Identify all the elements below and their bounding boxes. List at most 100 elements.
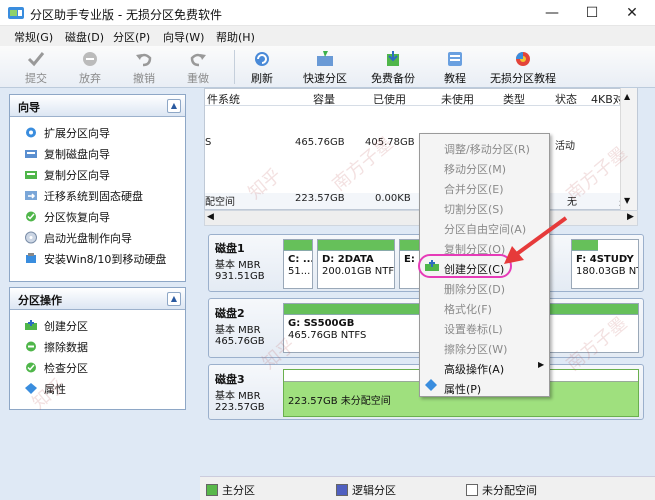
menu-general[interactable]: 常规(G) (14, 29, 53, 45)
scroll-up-icon[interactable]: ▲ (624, 92, 630, 101)
ctx-wipe[interactable]: 擦除分区(W) (444, 341, 507, 357)
refresh-button[interactable]: 刷新 (244, 46, 280, 88)
tutorial-button[interactable]: 教程 (440, 46, 470, 88)
window-title: 分区助手专业版 - 无损分区免费软件 (30, 8, 222, 22)
scroll-left-icon[interactable]: ◀ (207, 212, 214, 222)
disk-info: 磁盘3 基本 MBR 223.57GB (215, 371, 265, 413)
ctx-properties[interactable]: 属性(P) (444, 381, 481, 397)
legend-swatch (466, 484, 478, 496)
wizard-item-label: 启动光盘制作向导 (44, 232, 132, 245)
partition-label: D: 2DATA (322, 254, 374, 265)
partition-size (400, 265, 420, 266)
cell-used: 0.00KB (375, 193, 411, 204)
op-create-partition[interactable]: 创建分区 (10, 315, 185, 336)
disk-type: 基本 MBR (215, 391, 261, 402)
wizard-item-extend[interactable]: 扩展分区向导 (10, 122, 185, 143)
quick-partition-label: 快速分区 (303, 72, 347, 85)
undo-icon (136, 53, 152, 67)
discard-label: 放弃 (79, 72, 101, 85)
cell-capacity: 223.57GB (295, 193, 345, 204)
free-backup-label: 免费备份 (371, 72, 415, 85)
extend-icon (26, 127, 36, 138)
legend-label: 逻辑分区 (352, 484, 396, 497)
lossless-tutorial-icon (516, 52, 530, 66)
minimize-button[interactable]: — (532, 0, 572, 26)
partition-size: 180.03GB NTF (576, 266, 638, 277)
op-check-partition[interactable]: 检查分区 (10, 357, 185, 378)
ctx-set-label[interactable]: 设置卷标(L) (444, 321, 503, 337)
wizard-item-copy-disk[interactable]: 复制磁盘向导 (10, 143, 185, 164)
ctx-create-partition[interactable]: 创建分区(C) (444, 261, 504, 277)
commit-label: 提交 (25, 72, 47, 85)
partition-block[interactable]: D: 2DATA 200.01GB NTFS (317, 239, 395, 289)
menu-partition[interactable]: 分区(P) (113, 29, 150, 45)
app-icon (8, 7, 24, 19)
op-wipe-data[interactable]: 擦除数据 (10, 336, 185, 357)
wizard-item-recovery[interactable]: 分区恢复向导 (10, 206, 185, 227)
create-partition-icon (25, 320, 37, 330)
toolbar: 提交 放弃 撤销 重做 刷新 快速分区 免费备份 教程 无损分区教程 (0, 46, 655, 88)
partition-label: F: 4STUDY (576, 254, 634, 265)
legend-logical: 逻辑分区 (336, 482, 396, 498)
op-label: 擦除数据 (44, 341, 88, 354)
wipe-icon (26, 341, 36, 352)
wizard-item-boot-cd[interactable]: 启动光盘制作向导 (10, 227, 185, 248)
ctx-delete[interactable]: 删除分区(D) (444, 281, 505, 297)
cd-icon (25, 231, 37, 244)
ctx-move[interactable]: 移动分区(M) (444, 161, 506, 177)
partition-size: 51... (288, 266, 311, 277)
menu-help[interactable]: 帮助(H) (216, 29, 255, 45)
wizard-item-label: 迁移系统到固态硬盘 (44, 190, 143, 203)
ctx-split[interactable]: 切割分区(S) (444, 201, 504, 217)
ctx-resize-move[interactable]: 调整/移动分区(R) (444, 141, 530, 157)
scroll-right-icon[interactable]: ▶ (627, 212, 634, 222)
lossless-tutorial-label: 无损分区教程 (490, 72, 556, 85)
commit-button[interactable]: 提交 (16, 46, 56, 88)
header-divider (205, 105, 637, 106)
partition-label: C: ... (288, 254, 312, 265)
partition-block[interactable]: F: 4STUDY180.03GB NTF (571, 239, 639, 289)
disk-size: 931.51GB (215, 271, 265, 282)
collapse-operations-button[interactable]: ▲ (167, 292, 181, 306)
partition-block[interactable]: C: ... 51... (283, 239, 313, 289)
wizard-item-label: 分区恢复向导 (44, 211, 110, 224)
tutorial-icon (448, 52, 462, 66)
wizard-panel-title: 向导 (18, 101, 40, 114)
maximize-button[interactable]: ☐ (572, 0, 612, 26)
operations-panel-title: 分区操作 (18, 294, 62, 307)
op-label: 创建分区 (44, 320, 88, 333)
backup-icon (387, 51, 399, 66)
partition-size: 200.01GB NTFS (322, 266, 394, 277)
free-backup-button[interactable]: 免费备份 (368, 46, 418, 88)
legend-unallocated: 未分配空间 (466, 482, 537, 498)
disk-size: 465.76GB (215, 336, 265, 347)
legend-label: 未分配空间 (482, 484, 537, 497)
redo-icon (190, 53, 206, 67)
disk-size: 223.57GB (215, 402, 265, 413)
wizard-item-copy-partition[interactable]: 复制分区向导 (10, 164, 185, 185)
disk-name: 磁盘3 (215, 373, 245, 386)
quick-partition-button[interactable]: 快速分区 (300, 46, 350, 88)
disk-info: 磁盘2 基本 MBR 465.76GB (215, 305, 265, 347)
cell-capacity: 465.76GB (295, 137, 345, 148)
menu-wizard[interactable]: 向导(W) (163, 29, 204, 45)
lossless-tutorial-button[interactable]: 无损分区教程 (490, 46, 556, 88)
wizard-item-label: 扩展分区向导 (44, 127, 110, 140)
collapse-wizard-button[interactable]: ▲ (167, 99, 181, 113)
redo-button[interactable]: 重做 (178, 46, 218, 88)
close-button[interactable]: ✕ (612, 0, 652, 26)
create-partition-icon (425, 260, 439, 271)
menu-disk[interactable]: 磁盘(D) (65, 29, 104, 45)
wizard-item-win-to-go[interactable]: 安装Win8/10到移动硬盘 (10, 248, 185, 269)
redo-label: 重做 (187, 72, 209, 85)
ctx-format[interactable]: 格式化(F) (444, 301, 492, 317)
wizard-item-migrate-os[interactable]: 迁移系统到固态硬盘 (10, 185, 185, 206)
tutorial-label: 教程 (444, 72, 466, 85)
ctx-merge[interactable]: 合并分区(E) (444, 181, 504, 197)
discard-button[interactable]: 放弃 (70, 46, 110, 88)
undo-button[interactable]: 撤销 (124, 46, 164, 88)
ctx-advanced[interactable]: 高级操作(A) (444, 361, 504, 377)
submenu-arrow-icon: ▶ (538, 360, 545, 369)
scroll-down-icon[interactable]: ▼ (624, 196, 630, 205)
copy-partition-icon (25, 171, 37, 179)
